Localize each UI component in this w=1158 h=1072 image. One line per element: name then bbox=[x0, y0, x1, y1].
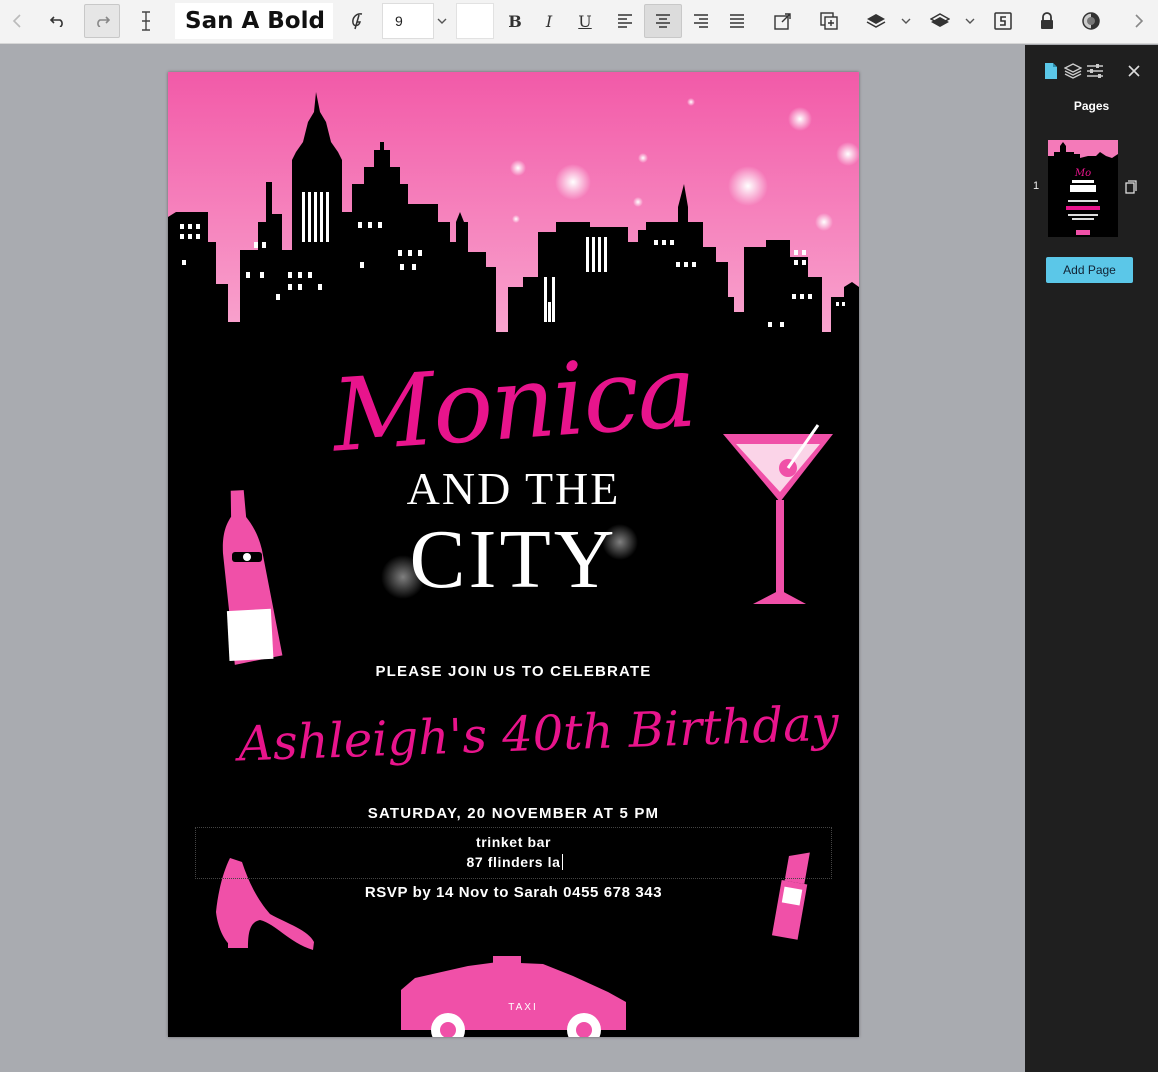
duplicate-page-icon[interactable] bbox=[1125, 180, 1137, 199]
text-cursor-icon[interactable] bbox=[132, 4, 160, 38]
scroll-right-icon[interactable] bbox=[1130, 4, 1148, 38]
page-number: 1 bbox=[1033, 180, 1040, 192]
italic-button[interactable]: I bbox=[536, 4, 562, 38]
title-line-2[interactable]: CITY bbox=[168, 512, 859, 608]
invitation-page[interactable]: Monica AND THE CITY PLEASE JOIN US TO CE… bbox=[168, 72, 859, 1037]
taxi-label: TAXI bbox=[508, 1002, 538, 1013]
align-left-icon[interactable] bbox=[612, 4, 638, 38]
underline-button[interactable]: U bbox=[572, 4, 598, 38]
align-justify-icon[interactable] bbox=[724, 4, 750, 38]
align-center-icon[interactable] bbox=[644, 4, 682, 38]
svg-text:Mo: Mo bbox=[1074, 168, 1091, 179]
title-line-1[interactable]: AND THE bbox=[168, 464, 859, 514]
add-page-button[interactable]: Add Page bbox=[1046, 257, 1133, 283]
font-size-select[interactable]: 9 bbox=[382, 3, 434, 39]
pages-tab-icon[interactable] bbox=[1041, 61, 1061, 81]
toolbar: San A Bold 9 B I U bbox=[0, 0, 1158, 44]
pages-sidebar: Pages 1 Mo Add Page bbox=[1025, 45, 1158, 1072]
resize-icon[interactable] bbox=[768, 4, 798, 38]
text-color-swatch[interactable] bbox=[456, 3, 494, 39]
settings-tab-icon[interactable] bbox=[1085, 61, 1105, 81]
undo-button[interactable] bbox=[44, 4, 72, 38]
layer-backward-icon[interactable] bbox=[926, 4, 954, 38]
chevron-down-icon[interactable] bbox=[898, 4, 914, 38]
bold-button[interactable]: B bbox=[502, 4, 528, 38]
venue-line-1[interactable]: trinket bar bbox=[168, 834, 859, 850]
page-thumbnail[interactable]: Mo bbox=[1048, 140, 1118, 237]
pages-title: Pages bbox=[1073, 99, 1110, 113]
layer-forward-icon[interactable] bbox=[862, 4, 890, 38]
layers-tab-icon[interactable] bbox=[1063, 61, 1083, 81]
event-date[interactable]: SATURDAY, 20 NOVEMBER AT 5 PM bbox=[168, 805, 859, 822]
font-style-icon[interactable] bbox=[342, 4, 372, 38]
lock-icon[interactable] bbox=[1034, 4, 1060, 38]
text-cursor bbox=[562, 854, 563, 870]
font-family-select[interactable]: San A Bold bbox=[175, 3, 333, 39]
venue-line-2[interactable]: 87 flinders la bbox=[168, 854, 859, 870]
redo-button[interactable] bbox=[84, 4, 120, 38]
align-right-icon[interactable] bbox=[688, 4, 714, 38]
duplicate-icon[interactable] bbox=[814, 4, 844, 38]
chevron-down-icon[interactable] bbox=[434, 4, 450, 38]
opacity-icon[interactable] bbox=[1078, 4, 1104, 38]
scroll-left-icon[interactable] bbox=[8, 4, 26, 38]
chevron-down-icon[interactable] bbox=[962, 4, 978, 38]
join-text[interactable]: PLEASE JOIN US TO CELEBRATE bbox=[168, 663, 859, 680]
close-icon[interactable] bbox=[1124, 61, 1144, 81]
rsvp-text[interactable]: RSVP by 14 Nov to Sarah 0455 678 343 bbox=[168, 884, 859, 901]
save-template-icon[interactable] bbox=[990, 4, 1016, 38]
